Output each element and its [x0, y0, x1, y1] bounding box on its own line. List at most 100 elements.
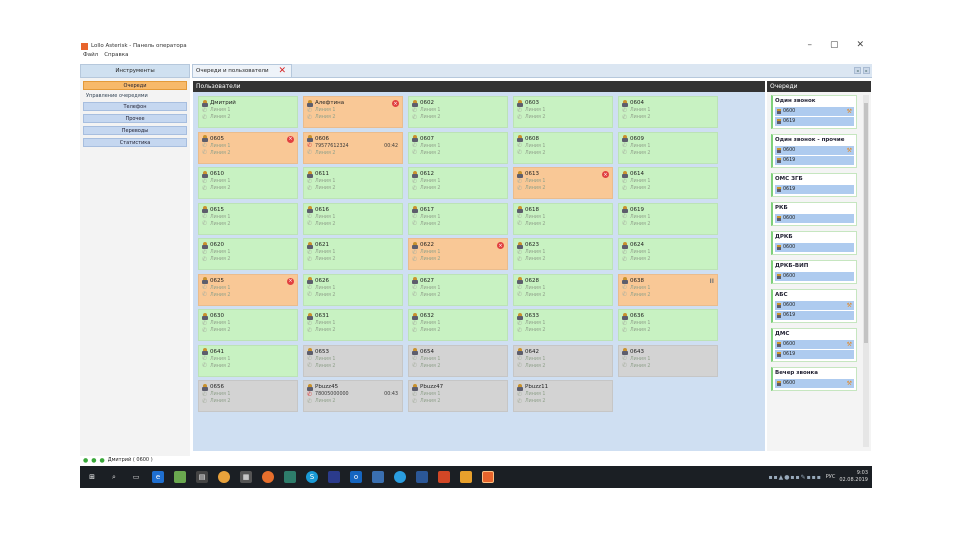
queue-card[interactable]: ДРКБ 0600 — [771, 231, 857, 255]
user-card[interactable]: 0638 ✆ Линия 1 ✆ Линия 2 II — [618, 273, 718, 306]
user-card[interactable]: 0641 ✆ Линия 1 ✆ Линия 2 — [198, 344, 298, 377]
telegram-icon[interactable] — [394, 471, 406, 483]
user-card[interactable]: 0606 ✆ 79577612324 00:42 ✆ Линия 2 — [303, 131, 403, 164]
user-card[interactable]: 0610 ✆ Линия 1 ✆ Линия 2 — [198, 167, 298, 199]
image-viewer-icon[interactable] — [174, 471, 186, 483]
tool-phone-button[interactable]: Телефон — [83, 102, 187, 111]
minimize-button[interactable]: – — [807, 40, 812, 50]
menu-help[interactable]: Справка — [104, 52, 128, 61]
user-card[interactable]: 0630 ✆ Линия 1 ✆ Линия 2 — [198, 309, 298, 341]
user-card[interactable]: 0614 ✆ Линия 1 ✆ Линия 2 — [618, 167, 718, 199]
outlook-icon[interactable]: o — [350, 471, 362, 483]
queue-card[interactable]: Один звонок - прочие 0600 ⚒ 0619 — [771, 134, 857, 168]
close-window-button[interactable]: ✕ — [856, 40, 864, 50]
user-card[interactable]: 0631 ✆ Линия 1 ✆ Линия 2 — [303, 309, 403, 341]
tool-other-button[interactable]: Прочее — [83, 114, 187, 123]
tab-prev-icon[interactable]: ◂ — [854, 67, 861, 74]
language-indicator[interactable]: РУС — [826, 474, 836, 480]
user-card[interactable]: 0616 ✆ Линия 1 ✆ Линия 2 — [303, 202, 403, 235]
user-card[interactable]: 0628 ✆ Линия 1 ✆ Линия 2 — [513, 273, 613, 306]
app-icon[interactable] — [284, 471, 296, 483]
queue-member[interactable]: 0600 ⚒ — [775, 146, 854, 155]
user-card[interactable]: 0602 ✆ Линия 1 ✆ Линия 2 — [408, 96, 508, 128]
user-card[interactable]: 0643 ✆ Линия 1 ✆ Линия 2 — [618, 344, 718, 377]
menu-file[interactable]: Файл — [83, 52, 98, 61]
user-card[interactable]: 0625 ✆ Линия 1 ✆ Линия 2 × — [198, 273, 298, 306]
user-card[interactable]: 0607 ✆ Линия 1 ✆ Линия 2 — [408, 131, 508, 164]
calculator-icon[interactable]: ▦ — [240, 471, 252, 483]
task-view-icon[interactable]: ▭ — [130, 471, 142, 483]
queue-card[interactable]: АБС 0600 ⚒ 0619 — [771, 289, 857, 323]
user-card[interactable]: Pbuzz45 ✆ 78005000000 00:43 ✆ Линия 2 — [303, 380, 403, 412]
operator-panel-taskbar-icon[interactable] — [482, 471, 494, 483]
user-card[interactable]: 0605 ✆ Линия 1 ✆ Линия 2 × — [198, 131, 298, 164]
user-card[interactable]: 0632 ✆ Линия 1 ✆ Линия 2 — [408, 309, 508, 341]
scrollbar-thumb[interactable] — [864, 103, 868, 343]
user-card[interactable]: 0617 ✆ Линия 1 ✆ Линия 2 — [408, 202, 508, 235]
app-icon[interactable] — [372, 471, 384, 483]
app-icon[interactable] — [328, 471, 340, 483]
tab-queues-and-users[interactable]: Очереди и пользователи ✕ — [192, 64, 292, 78]
user-card[interactable]: 0611 ✆ Линия 1 ✆ Линия 2 — [303, 167, 403, 199]
tool-transfers-button[interactable]: Переводы — [83, 126, 187, 135]
wrench-icon[interactable]: ⚒ — [847, 108, 852, 115]
queue-card[interactable]: ДМС 0600 ⚒ 0619 — [771, 328, 857, 362]
user-card[interactable]: 0627 ✆ Линия 1 ✆ Линия 2 — [408, 273, 508, 306]
edge-browser-icon[interactable]: e — [152, 471, 164, 483]
user-card[interactable]: 0633 ✆ Линия 1 ✆ Линия 2 — [513, 309, 613, 341]
manage-queues-link[interactable]: Управление очередями — [86, 93, 186, 99]
queue-member[interactable]: 0619 — [775, 311, 854, 320]
queue-member[interactable]: 0619 — [775, 117, 854, 126]
user-card[interactable]: 0608 ✆ Линия 1 ✆ Линия 2 — [513, 131, 613, 164]
wrench-icon[interactable]: ⚒ — [847, 147, 852, 154]
queue-member[interactable]: 0600 ⚒ — [775, 340, 854, 349]
user-card[interactable]: 0624 ✆ Линия 1 ✆ Линия 2 — [618, 238, 718, 270]
user-card[interactable]: 0612 ✆ Линия 1 ✆ Линия 2 — [408, 167, 508, 199]
tray-icons[interactable]: ▪▪▲●▪▪✎▪▪▪ — [768, 474, 821, 481]
queue-member[interactable]: 0600 — [775, 243, 854, 252]
firefox-icon[interactable] — [262, 471, 274, 483]
queue-card[interactable]: ДРКБ-ВИП 0600 — [771, 260, 857, 284]
close-tab-icon[interactable]: ✕ — [278, 66, 286, 76]
queue-member[interactable]: 0600 ⚒ — [775, 301, 854, 310]
queue-card[interactable]: Один звонок 0600 ⚒ 0619 — [771, 95, 857, 129]
wrench-icon[interactable]: ⚒ — [847, 302, 852, 309]
user-card[interactable]: Pbuzz11 ✆ Линия 1 ✆ Линия 2 — [513, 380, 613, 412]
queue-member[interactable]: 0619 — [775, 156, 854, 165]
user-card[interactable]: 0619 ✆ Линия 1 ✆ Линия 2 — [618, 202, 718, 235]
app-icon[interactable] — [460, 471, 472, 483]
user-card[interactable]: 0603 ✆ Линия 1 ✆ Линия 2 — [513, 96, 613, 128]
queue-member[interactable]: 0600 ⚒ — [775, 107, 854, 116]
user-card[interactable]: 0654 ✆ Линия 1 ✆ Линия 2 — [408, 344, 508, 377]
tool-statistics-button[interactable]: Статистика — [83, 138, 187, 147]
maximize-button[interactable]: ▢ — [830, 40, 839, 50]
user-card[interactable]: 0642 ✆ Линия 1 ✆ Линия 2 — [513, 344, 613, 377]
queue-card[interactable]: Вечер звонка 0600 ⚒ — [771, 367, 857, 391]
store-icon[interactable]: ▤ — [196, 471, 208, 483]
wrench-icon[interactable]: ⚒ — [847, 380, 852, 387]
user-card[interactable]: 0636 ✆ Линия 1 ✆ Линия 2 — [618, 309, 718, 341]
queue-member[interactable]: 0619 — [775, 185, 854, 194]
wrench-icon[interactable]: ⚒ — [847, 341, 852, 348]
user-card[interactable]: 0622 ✆ Линия 1 ✆ Линия 2 × — [408, 238, 508, 270]
tab-next-icon[interactable]: ▸ — [863, 67, 870, 74]
user-card[interactable]: 0626 ✆ Линия 1 ✆ Линия 2 — [303, 273, 403, 306]
tool-queues-button[interactable]: Очереди — [83, 81, 187, 90]
user-card[interactable]: Дмитрий ✆ Линия 1 ✆ Линия 2 — [198, 96, 298, 128]
queue-member[interactable]: 0600 ⚒ — [775, 379, 854, 388]
office-icon[interactable] — [438, 471, 450, 483]
queue-member[interactable]: 0600 — [775, 214, 854, 223]
user-card[interactable]: 0623 ✆ Линия 1 ✆ Линия 2 — [513, 238, 613, 270]
clock[interactable]: 9:03 02.08.2019 — [839, 470, 868, 484]
user-card[interactable]: 0653 ✆ Линия 1 ✆ Линия 2 — [303, 344, 403, 377]
user-card[interactable]: 0620 ✆ Линия 1 ✆ Линия 2 — [198, 238, 298, 270]
app-icon[interactable] — [416, 471, 428, 483]
queue-card[interactable]: ОМС ЗГБ 0619 — [771, 173, 857, 197]
queues-scrollbar[interactable] — [863, 95, 869, 447]
skype-icon[interactable]: S — [306, 471, 318, 483]
user-card[interactable]: 0613 ✆ Линия 1 ✆ Линия 2 × — [513, 167, 613, 199]
user-card[interactable]: 0621 ✆ Линия 1 ✆ Линия 2 — [303, 238, 403, 270]
user-card[interactable]: 0609 ✆ Линия 1 ✆ Линия 2 — [618, 131, 718, 164]
user-card[interactable]: Pbuzz47 ✆ Линия 1 ✆ Линия 2 — [408, 380, 508, 412]
user-card[interactable]: 0615 ✆ Линия 1 ✆ Линия 2 — [198, 202, 298, 235]
